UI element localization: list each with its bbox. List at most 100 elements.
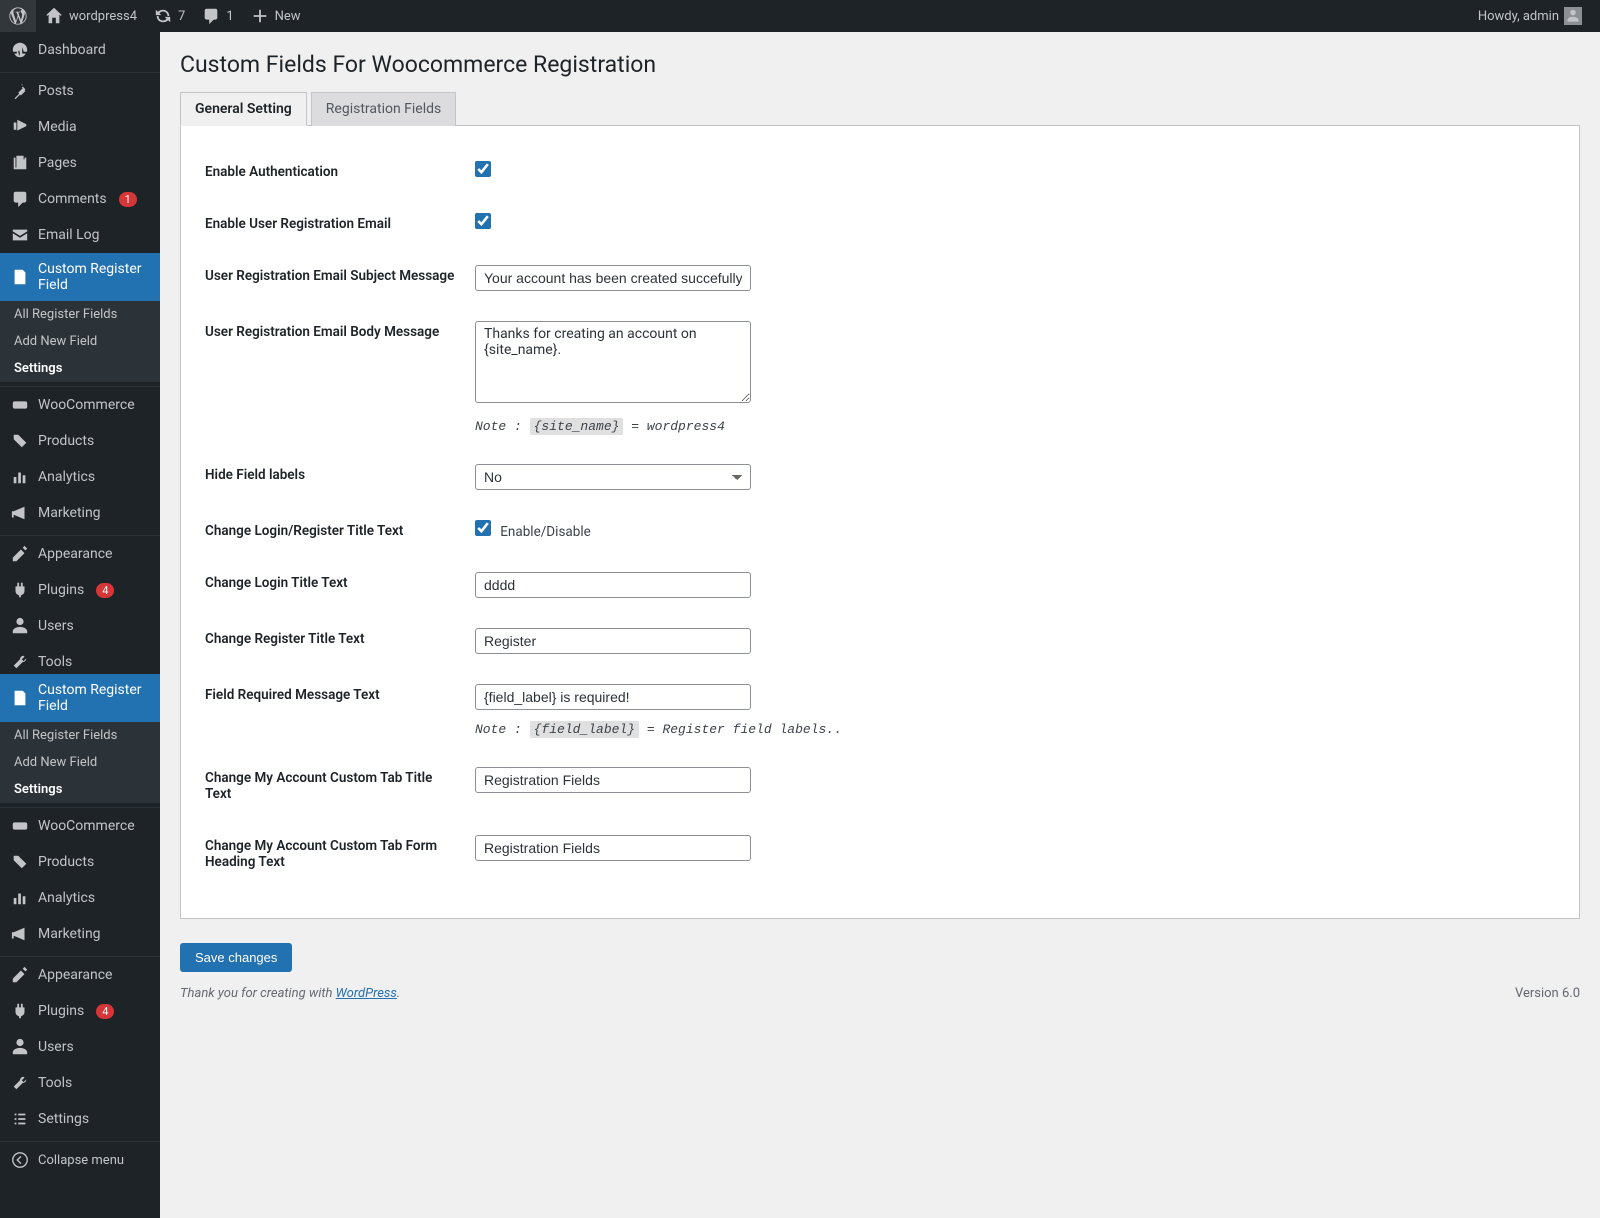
login-title-input[interactable] [475, 572, 751, 598]
sidebar-item-label: Users [38, 618, 74, 634]
sidebar-item-label: Email Log [38, 227, 100, 243]
document-icon [10, 267, 30, 287]
sidebar-item-label: Custom Register Field [38, 261, 150, 293]
collapse-menu[interactable]: Collapse menu [0, 1142, 160, 1178]
sidebar-item-posts[interactable]: Posts [0, 73, 160, 109]
users-icon [10, 616, 30, 636]
sidebar-item-label: Pages [38, 155, 77, 171]
tab-registration-fields[interactable]: Registration Fields [311, 92, 456, 126]
collapse-label: Collapse menu [38, 1153, 124, 1168]
comments-badge: 1 [119, 192, 137, 207]
tools-icon [10, 652, 30, 672]
users-icon [10, 1037, 30, 1057]
sidebar-item-label: Media [38, 119, 77, 135]
sidebar-item-analytics[interactable]: Analytics [0, 459, 160, 495]
login-title-label: Change Login Title Text [205, 557, 465, 613]
sidebar-item-woocommerce-2[interactable]: WooCommerce [0, 808, 160, 844]
submenu-add-field-2[interactable]: Add New Field [0, 749, 160, 776]
collapse-icon [10, 1150, 30, 1170]
main-content: Custom Fields For Woocommerce Registrati… [160, 32, 1600, 1218]
sidebar-item-users-2[interactable]: Users [0, 1029, 160, 1065]
sidebar-item-label: Appearance [38, 967, 112, 983]
sidebar-item-label: Appearance [38, 546, 112, 562]
sidebar-item-settings[interactable]: Settings [0, 1101, 160, 1137]
required-msg-input[interactable] [475, 684, 751, 710]
my-account-link[interactable]: Howdy, admin [1470, 0, 1590, 32]
email-subject-label: User Registration Email Subject Message [205, 250, 465, 306]
admin-footer: Thank you for creating with WordPress. V… [180, 972, 1580, 1001]
plugins-icon [10, 580, 30, 600]
sidebar-item-products[interactable]: Products [0, 423, 160, 459]
submenu-add-field[interactable]: Add New Field [0, 328, 160, 355]
plugins-icon [10, 1001, 30, 1021]
plugins-badge: 4 [96, 583, 114, 598]
hide-labels-label: Hide Field labels [205, 449, 465, 505]
sidebar-item-analytics-2[interactable]: Analytics [0, 880, 160, 916]
sidebar-item-comments[interactable]: Comments 1 [0, 181, 160, 217]
site-name-link[interactable]: wordpress4 [36, 0, 145, 32]
submenu-all-fields-2[interactable]: All Register Fields [0, 722, 160, 749]
sidebar-item-media[interactable]: Media [0, 109, 160, 145]
updates-count: 7 [178, 9, 185, 24]
settings-form: Enable Authentication Enable User Regist… [180, 126, 1580, 919]
sidebar-item-label: Plugins [38, 1003, 84, 1019]
sidebar-item-label: Marketing [38, 926, 101, 942]
submenu-settings-2[interactable]: Settings [0, 776, 160, 803]
sidebar-item-label: Settings [38, 1111, 89, 1127]
site-name-text: wordpress4 [69, 9, 137, 24]
comments-link[interactable]: 1 [193, 0, 241, 32]
marketing-icon [10, 924, 30, 944]
marketing-icon [10, 503, 30, 523]
wp-logo[interactable] [0, 0, 36, 32]
updates-link[interactable]: 7 [145, 0, 193, 32]
change-title-checkbox[interactable] [475, 520, 491, 536]
sidebar-item-tools-2[interactable]: Tools [0, 1065, 160, 1101]
sidebar-item-users[interactable]: Users [0, 608, 160, 644]
sidebar-item-label: Custom Register Field [38, 682, 150, 714]
sidebar-item-marketing[interactable]: Marketing [0, 495, 160, 531]
enable-email-checkbox[interactable] [475, 213, 491, 229]
document-icon [10, 688, 30, 708]
sidebar-item-plugins[interactable]: Plugins 4 [0, 572, 160, 608]
sidebar-item-custom-register-2[interactable]: Custom Register Field [0, 674, 160, 722]
sidebar-item-custom-register[interactable]: Custom Register Field [0, 253, 160, 301]
enable-auth-label: Enable Authentication [205, 146, 465, 198]
footer-version: Version 6.0 [1515, 986, 1580, 1001]
plus-icon [250, 6, 270, 26]
tab-title-input[interactable] [475, 767, 751, 793]
sidebar-item-label: Comments [38, 191, 107, 207]
sidebar-item-email-log[interactable]: Email Log [0, 217, 160, 253]
footer-wp-link[interactable]: WordPress [336, 986, 397, 1001]
enable-email-label: Enable User Registration Email [205, 198, 465, 250]
sidebar-item-marketing-2[interactable]: Marketing [0, 916, 160, 952]
sidebar-item-products-2[interactable]: Products [0, 844, 160, 880]
sidebar-item-label: WooCommerce [38, 397, 135, 413]
pin-icon [10, 81, 30, 101]
email-subject-input[interactable] [475, 265, 751, 291]
enable-auth-checkbox[interactable] [475, 161, 491, 177]
media-icon [10, 117, 30, 137]
sidebar-item-dashboard[interactable]: Dashboard [0, 32, 160, 68]
email-body-note: Note : {site_name} = wordpress4 [475, 419, 842, 434]
email-body-textarea[interactable]: Thanks for creating an account on {site_… [475, 321, 751, 403]
toolbar-comments-count: 1 [226, 9, 233, 24]
sidebar-item-label: Dashboard [38, 42, 106, 58]
save-button[interactable]: Save changes [180, 943, 292, 972]
change-title-cblabel: Enable/Disable [500, 524, 591, 540]
sidebar-item-appearance[interactable]: Appearance [0, 536, 160, 572]
tab-heading-input[interactable] [475, 835, 751, 861]
new-content-link[interactable]: New [242, 0, 309, 32]
sidebar-item-appearance-2[interactable]: Appearance [0, 957, 160, 993]
sidebar-item-label: Products [38, 433, 94, 449]
required-msg-label: Field Required Message Text [205, 669, 465, 752]
tab-general[interactable]: General Setting [180, 92, 307, 126]
sidebar-item-woocommerce[interactable]: WooCommerce [0, 387, 160, 423]
submenu-all-fields[interactable]: All Register Fields [0, 301, 160, 328]
sidebar-item-pages[interactable]: Pages [0, 145, 160, 181]
register-title-input[interactable] [475, 628, 751, 654]
sidebar-item-plugins-2[interactable]: Plugins 4 [0, 993, 160, 1029]
plugins-badge-2: 4 [96, 1004, 114, 1019]
update-icon [153, 6, 173, 26]
hide-labels-select[interactable]: No [475, 464, 751, 490]
submenu-settings[interactable]: Settings [0, 355, 160, 382]
